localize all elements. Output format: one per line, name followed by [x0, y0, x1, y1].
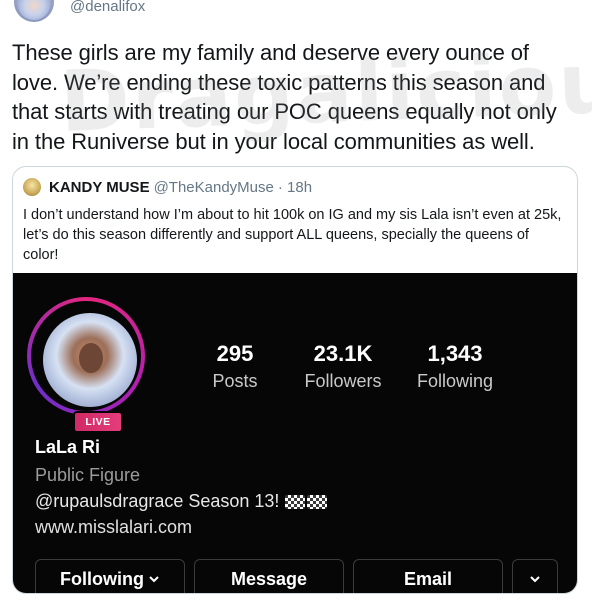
quoted-author-handle: @TheKandyMuse — [153, 178, 274, 196]
story-ring[interactable] — [27, 297, 145, 415]
quoted-author-name: KANDY MUSE — [49, 178, 150, 196]
profile-category: Public Figure — [35, 465, 141, 485]
stat-posts[interactable]: 295 Posts — [203, 341, 267, 393]
live-badge: LIVE — [73, 411, 123, 433]
quoted-tweet-header: KANDY MUSE @TheKandyMuse · 18h — [23, 177, 312, 197]
quoted-tweet-time: · 18h — [277, 178, 313, 196]
avatar-photo — [18, 0, 50, 20]
stat-following[interactable]: 1,343 Following — [407, 341, 503, 393]
more-options-button[interactable] — [512, 559, 558, 593]
profile-face — [79, 343, 103, 373]
stat-posts-label: Posts — [212, 371, 258, 391]
stat-posts-value: 295 — [216, 341, 254, 366]
chevron-down-icon — [529, 569, 541, 590]
author-handle[interactable]: @denalifox — [70, 0, 145, 15]
message-button[interactable]: Message — [194, 559, 344, 593]
author-avatar[interactable] — [14, 0, 54, 22]
checkered-flag-icon — [307, 494, 328, 509]
quoted-tweet-card[interactable]: KANDY MUSE @TheKandyMuse · 18h I don’t u… — [12, 166, 578, 594]
stat-followers-label: Followers — [304, 371, 382, 391]
profile-name: LaLa Ri — [35, 437, 101, 457]
stat-following-label: Following — [416, 371, 494, 391]
stat-followers-value: 23.1K — [313, 341, 373, 366]
checkered-flag-icon — [285, 494, 306, 509]
stat-following-value: 1,343 — [427, 341, 483, 366]
profile-website-link[interactable]: www.misslalari.com — [35, 517, 192, 538]
chevron-down-icon — [148, 569, 160, 590]
instagram-screenshot: LIVE 295 Posts 23.1K Followers 1,343 Fol… — [13, 273, 577, 593]
tweet-header: @denalifox — [0, 0, 592, 22]
quoted-tweet-text: I don’t understand how I’m about to hit … — [23, 207, 562, 263]
stat-followers[interactable]: 23.1K Followers — [293, 341, 393, 393]
profile-photo — [43, 313, 137, 407]
profile-bio: @rupaulsdragrace Season 13! — [35, 491, 328, 512]
email-button[interactable]: Email — [353, 559, 503, 593]
following-button[interactable]: Following — [35, 559, 185, 593]
story-ring-inner — [31, 301, 141, 411]
quoted-author-avatar — [23, 178, 41, 196]
tweet-text: These girls are my family and deserve ev… — [12, 40, 557, 154]
profile-bio-text[interactable]: @rupaulsdragrace Season 13! — [35, 491, 279, 512]
following-button-label: Following — [60, 568, 144, 589]
